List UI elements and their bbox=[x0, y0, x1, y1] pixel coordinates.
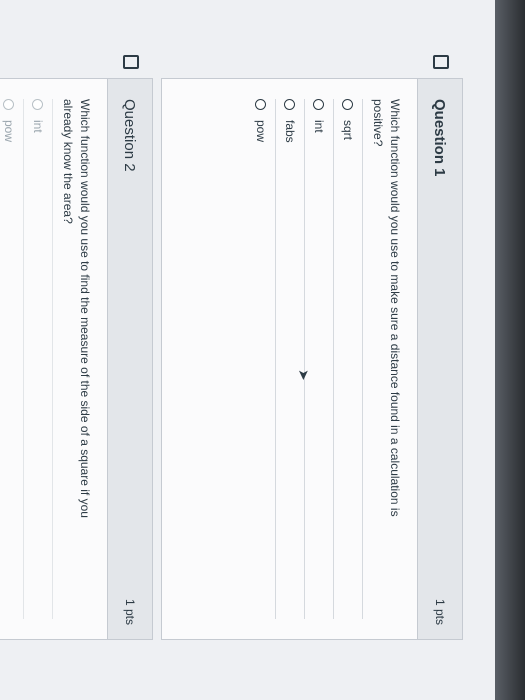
answer-label: pow bbox=[254, 120, 268, 143]
question-points-1: 1 pts bbox=[433, 598, 447, 625]
answer-label: fabs bbox=[283, 120, 297, 143]
radio-icon[interactable] bbox=[32, 99, 44, 110]
radio-icon[interactable] bbox=[3, 99, 15, 110]
answer-option-fabs[interactable]: fabs bbox=[276, 99, 305, 619]
question-title-2: Question 2 bbox=[121, 99, 139, 172]
answer-label: int bbox=[31, 120, 45, 133]
question-header-2: Question 2 1 pts bbox=[107, 79, 152, 639]
answer-option-int[interactable]: int bbox=[305, 99, 334, 619]
radio-icon[interactable] bbox=[284, 99, 296, 110]
answer-option-pow[interactable]: pow bbox=[247, 99, 276, 619]
answer-option-sqrt[interactable]: sqrt bbox=[334, 99, 363, 619]
flag-icon[interactable] bbox=[433, 55, 449, 69]
question-card-2: Question 2 1 pts Which function would yo… bbox=[0, 55, 153, 640]
question-text-2: Which function would you use to find the… bbox=[61, 99, 92, 518]
mouse-cursor-icon: ➤ bbox=[296, 369, 312, 381]
answer-label: sqrt bbox=[341, 120, 355, 141]
radio-icon[interactable] bbox=[342, 99, 354, 110]
radio-icon[interactable] bbox=[255, 99, 267, 110]
question-header-1: Question 1 1 pts bbox=[417, 79, 462, 639]
answer-option-int[interactable]: int bbox=[24, 99, 53, 619]
flag-icon[interactable] bbox=[123, 55, 139, 69]
screen-edge-shade bbox=[495, 0, 525, 700]
question-card-1: Question 1 1 pts Which function would yo… bbox=[161, 55, 463, 640]
radio-icon[interactable] bbox=[313, 99, 325, 110]
question-title-1: Question 1 bbox=[431, 99, 449, 177]
answer-label: pow bbox=[2, 120, 16, 143]
question-text-1: Which function would you use to make sur… bbox=[371, 99, 402, 517]
answer-label: int bbox=[312, 120, 326, 133]
quiz-page: n 0 Question 1 1 pts Which function woul… bbox=[0, 0, 525, 700]
answer-option-pow[interactable]: pow bbox=[0, 99, 24, 619]
question-points-2: 1 pts bbox=[123, 598, 137, 625]
